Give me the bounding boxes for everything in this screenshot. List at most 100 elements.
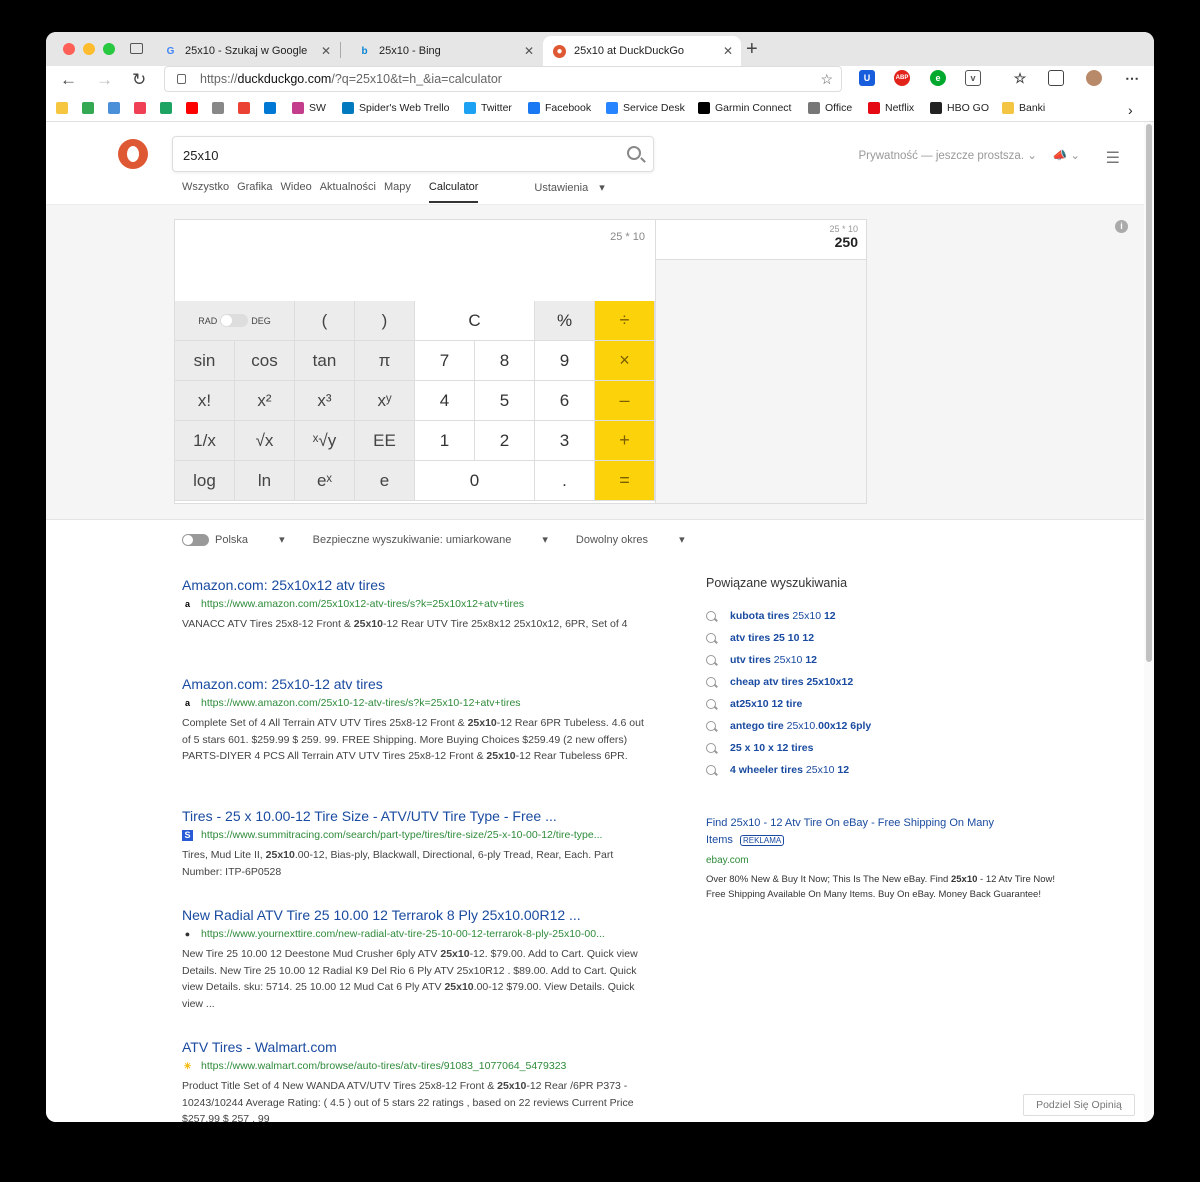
key-reciprocal[interactable]: 1/x — [175, 421, 235, 461]
address-bar[interactable]: https://duckduckgo.com/?q=25x10&t=h_&ia=… — [164, 66, 842, 92]
key-3[interactable]: 3 — [535, 421, 595, 461]
settings-dropdown[interactable]: Ustawienia ▾ — [534, 181, 604, 203]
result-title[interactable]: Amazon.com: 25x10-12 atv tires — [182, 676, 648, 692]
info-icon[interactable]: i — [1115, 220, 1128, 233]
ad-domain[interactable]: ebay.com — [706, 855, 1006, 866]
evernote-icon[interactable]: e — [930, 70, 946, 86]
key-square[interactable]: x² — [235, 381, 295, 421]
key-cube[interactable]: x³ — [295, 381, 355, 421]
tab-maps[interactable]: Mapy — [384, 181, 411, 203]
related-search-item[interactable]: 4 wheeler tires 25x10 12 — [706, 764, 849, 776]
close-tab-icon[interactable]: ✕ — [723, 44, 733, 58]
key-9[interactable]: 9 — [535, 341, 595, 381]
new-tab-button[interactable]: + — [746, 38, 758, 61]
key-pi[interactable]: π — [355, 341, 415, 381]
result-url[interactable]: a https://www.amazon.com/25x10-12-atv-tir… — [182, 697, 648, 709]
key-subtract[interactable]: – — [595, 381, 655, 421]
bookmark-item[interactable]: Garmin Connect — [698, 102, 791, 114]
tab-bing[interactable]: b 25x10 - Bing ✕ — [348, 36, 542, 66]
tab-calculator[interactable]: Calculator — [428, 181, 479, 203]
key-tan[interactable]: tan — [295, 341, 355, 381]
bookmark-item[interactable] — [212, 102, 229, 114]
bookmark-item[interactable] — [56, 102, 73, 114]
result-title[interactable]: ATV Tires - Walmart.com — [182, 1039, 648, 1055]
result-url[interactable]: ✳ https://www.walmart.com/browse/auto-tir… — [182, 1060, 648, 1072]
bookmark-item[interactable]: Service Desk — [606, 102, 685, 114]
add-favorite-icon[interactable]: ☆ — [820, 71, 833, 88]
tab-images[interactable]: Grafika — [237, 181, 272, 203]
back-button[interactable]: ← — [60, 70, 77, 90]
close-tab-icon[interactable]: ✕ — [321, 44, 331, 58]
key-cos[interactable]: cos — [235, 341, 295, 381]
tab-videos[interactable]: Wideo — [281, 181, 312, 203]
duckduckgo-logo[interactable] — [118, 139, 148, 169]
angle-mode-toggle[interactable]: RAD DEG — [175, 301, 295, 341]
bookmark-item[interactable] — [238, 102, 255, 114]
result-title[interactable]: New Radial ATV Tire 25 10.00 12 Terrarok… — [182, 907, 648, 923]
tab-all[interactable]: Wszystko — [182, 181, 229, 203]
profile-avatar[interactable] — [1086, 70, 1102, 86]
key-1[interactable]: 1 — [415, 421, 475, 461]
key-equals[interactable]: = — [595, 461, 655, 501]
pocket-icon[interactable]: v — [965, 70, 981, 86]
collections-icon[interactable] — [1048, 70, 1064, 86]
tab-duckduckgo[interactable]: ● 25x10 at DuckDuckGo ✕ — [543, 36, 741, 66]
search-input[interactable]: 25x10 — [172, 136, 654, 172]
region-filter[interactable]: Polska ▾ — [215, 533, 285, 546]
close-window-button[interactable] — [63, 43, 75, 55]
key-8[interactable]: 8 — [475, 341, 535, 381]
key-divide[interactable]: ÷ — [595, 301, 655, 341]
key-6[interactable]: 6 — [535, 381, 595, 421]
region-toggle[interactable] — [182, 533, 209, 546]
result-url[interactable]: a https://www.amazon.com/25x10x12-atv-tir… — [182, 598, 648, 610]
privacy-menu[interactable]: Prywatność — jeszcze prostsza. ⌄ 📣 ⌄ — [859, 148, 1081, 162]
bitwarden-icon[interactable]: U — [859, 70, 875, 86]
bookmark-item[interactable]: Banki — [1002, 102, 1045, 114]
more-menu-icon[interactable]: ⋯ — [1124, 70, 1140, 86]
related-search-item[interactable]: 25 x 10 x 12 tires — [706, 742, 813, 754]
related-search-item[interactable]: cheap atv tires 25x10x12 — [706, 676, 853, 688]
key-factorial[interactable]: x! — [175, 381, 235, 421]
key-log[interactable]: log — [175, 461, 235, 501]
history-item[interactable]: 25 * 10 250 — [656, 220, 866, 260]
key-percent[interactable]: % — [535, 301, 595, 341]
bookmark-item[interactable]: Netflix — [868, 102, 914, 114]
bookmark-item[interactable] — [264, 102, 281, 114]
rad-deg-switch[interactable]: RAD DEG — [198, 314, 271, 327]
key-multiply[interactable]: × — [595, 341, 655, 381]
key-4[interactable]: 4 — [415, 381, 475, 421]
minimize-window-button[interactable] — [83, 43, 95, 55]
bookmark-item[interactable] — [186, 102, 203, 114]
related-search-item[interactable]: utv tires 25x10 12 — [706, 654, 817, 666]
key-2[interactable]: 2 — [475, 421, 535, 461]
key-add[interactable]: + — [595, 421, 655, 461]
bookmark-item[interactable]: Twitter — [464, 102, 512, 114]
reload-button[interactable]: ↻ — [132, 70, 146, 90]
key-0[interactable]: 0 — [415, 461, 535, 501]
key-decimal[interactable]: . — [535, 461, 595, 501]
key-open-paren[interactable]: ( — [295, 301, 355, 341]
result-title[interactable]: Tires - 25 x 10.00-12 Tire Size - ATV/UT… — [182, 808, 648, 824]
key-ln[interactable]: ln — [235, 461, 295, 501]
tab-google[interactable]: G 25x10 - Szukaj w Google ✕ — [154, 36, 339, 66]
bookmark-item[interactable] — [160, 102, 177, 114]
result-url[interactable]: Shttps://www.summitracing.com/search/par… — [182, 829, 648, 841]
key-sin[interactable]: sin — [175, 341, 235, 381]
close-tab-icon[interactable]: ✕ — [524, 44, 534, 58]
tab-overview-icon[interactable] — [130, 43, 143, 54]
key-ee[interactable]: EE — [355, 421, 415, 461]
key-root[interactable]: ˣ√y — [295, 421, 355, 461]
forward-button[interactable]: → — [96, 70, 113, 90]
key-power[interactable]: xʸ — [355, 381, 415, 421]
related-search-item[interactable]: at25x10 12 tire — [706, 698, 802, 710]
bookmark-item[interactable]: SW — [292, 102, 326, 114]
key-e[interactable]: e — [355, 461, 415, 501]
adblock-icon[interactable]: ABP — [894, 70, 910, 86]
safe-search-filter[interactable]: Bezpieczne wyszukiwanie: umiarkowane ▾ — [313, 533, 548, 546]
bookmarks-overflow-icon[interactable]: › — [1128, 102, 1133, 118]
related-search-item[interactable]: antego tire 25x10. 00x12 6ply — [706, 720, 871, 732]
key-clear[interactable]: C — [415, 301, 535, 341]
result-url[interactable]: ● https://www.yournexttire.com/new-radial… — [182, 928, 648, 940]
favorites-icon[interactable]: ☆ — [1012, 70, 1028, 86]
time-filter[interactable]: Dowolny okres ▾ — [576, 533, 685, 546]
